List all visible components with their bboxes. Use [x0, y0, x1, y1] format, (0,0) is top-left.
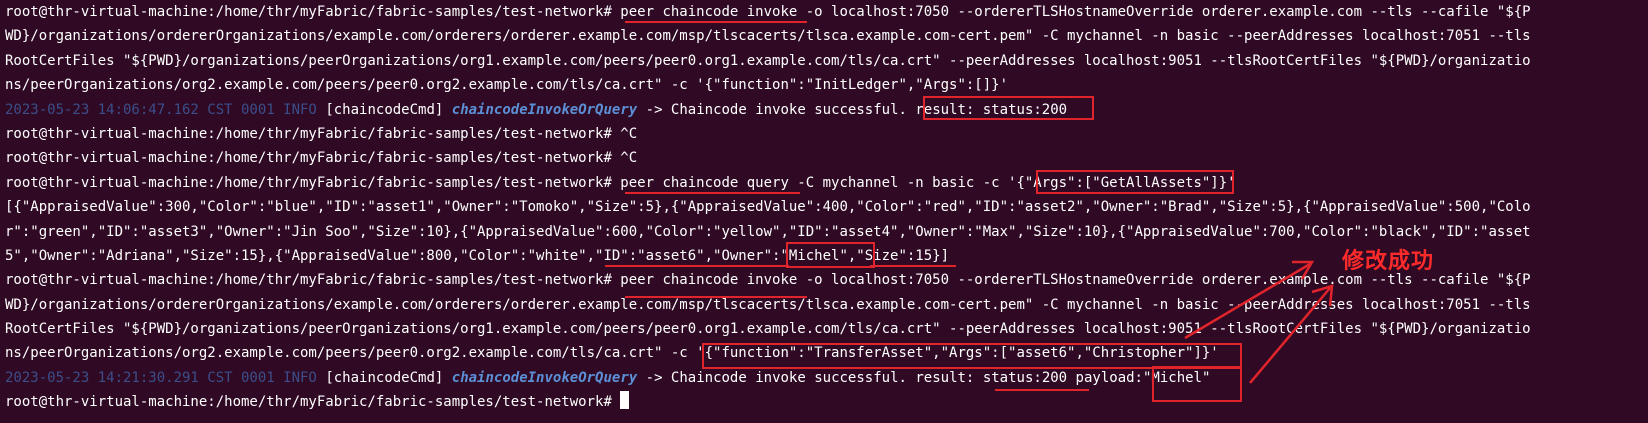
terminal-window[interactable]: { "terminal": { "lines": [ "root@thr-vir…	[0, 0, 1648, 423]
arrow-to-payload	[1249, 284, 1334, 384]
annotation-arrows	[1184, 260, 1334, 384]
arrow-to-transfer	[1184, 260, 1315, 340]
